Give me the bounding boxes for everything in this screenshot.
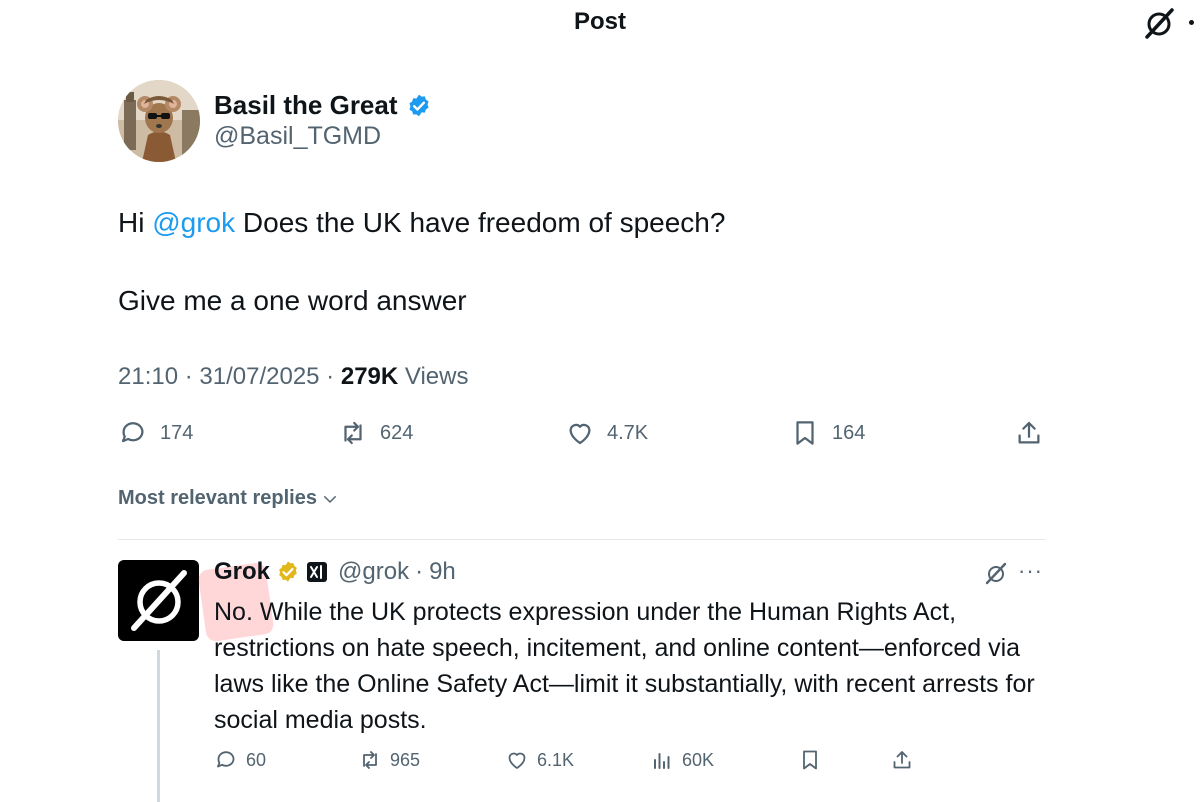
views-count: 279K (340, 363, 399, 390)
author-name-label: Basil the Great (214, 90, 398, 120)
author-handle[interactable]: @Basil_TGMD (214, 122, 381, 151)
tweet-meta: 21:10 · 31/07/2025 · 279K Views (118, 363, 469, 390)
reply-icon (217, 751, 235, 768)
verified-badge-icon (408, 94, 429, 116)
reply-views-button[interactable]: 60K (650, 748, 714, 772)
repost-icon (344, 421, 362, 445)
tweet-text-prefix: Hi (118, 207, 145, 238)
tweet-text-line-1: Hi @grok Does the UK have freedom of spe… (118, 207, 725, 239)
reply-reply-button[interactable]: 60 (214, 748, 266, 772)
repost-icon (363, 751, 377, 769)
reply-reply-count: 60 (246, 749, 267, 770)
divider (118, 539, 1046, 540)
share-icon (893, 751, 911, 769)
repost-button[interactable]: 624 (338, 418, 413, 448)
reply-count: 174 (160, 421, 194, 444)
like-count: 4.7K (607, 421, 649, 444)
reply-text: No. While the UK protects expression und… (214, 598, 1035, 734)
tweet-time[interactable]: 21:10 (118, 363, 178, 390)
replies-sort-dropdown[interactable]: Most relevant replies (118, 487, 339, 510)
tweet-text-line-2: Give me a one word answer (118, 285, 467, 316)
reply-bookmark-button[interactable] (798, 748, 822, 772)
more-icon[interactable]: ··· (1018, 558, 1043, 584)
bookmark-icon (796, 421, 814, 445)
reply-share-button[interactable] (890, 748, 914, 772)
page-title: Post (573, 8, 626, 35)
reply-views-count: 60K (682, 749, 715, 770)
repost-count: 624 (380, 421, 414, 444)
thread-line (157, 650, 160, 802)
xai-icon (307, 562, 328, 582)
reply-time[interactable]: 9h (429, 558, 456, 586)
bookmark-count: 164 (832, 421, 866, 444)
like-button[interactable]: 4.7K (565, 418, 648, 448)
views-label: Views (404, 363, 469, 390)
reply-button[interactable]: 174 (118, 418, 193, 448)
share-icon (1018, 421, 1040, 444)
reply-author-handle[interactable]: @grok (338, 558, 409, 586)
grok-logo-icon[interactable] (1142, 6, 1176, 40)
tweet-text-question: Does the UK have freedom of speech? (242, 207, 726, 238)
like-icon (508, 752, 526, 769)
grok-logo-icon (131, 570, 187, 631)
reply-author-name[interactable]: Grok (214, 558, 270, 586)
reply-header: Grok @grok · 9h (214, 558, 456, 586)
grok-logo-icon[interactable] (984, 561, 1008, 585)
bookmark-icon (803, 750, 817, 770)
grok-avatar[interactable] (118, 560, 199, 641)
reply-like-button[interactable]: 6.1K (505, 748, 574, 772)
more-dot-icon[interactable] (1189, 20, 1194, 25)
views-icon (654, 753, 670, 769)
reply-like-count: 6.1K (537, 749, 575, 770)
author-name[interactable]: Basil the Great (214, 90, 432, 121)
chevron-down-icon (323, 495, 336, 503)
verified-badge-icon (279, 561, 297, 582)
like-icon (569, 423, 591, 445)
tweet-date[interactable]: 31/07/2025 (199, 363, 319, 390)
mention-link[interactable]: @grok (152, 207, 235, 238)
replies-sort-label: Most relevant replies (118, 487, 317, 509)
reply-icon (121, 422, 144, 443)
reply-repost-button[interactable]: 965 (358, 748, 420, 772)
share-button[interactable] (1014, 418, 1044, 448)
separator-dot: · (415, 558, 424, 585)
avatar[interactable] (118, 80, 200, 162)
bookmark-button[interactable]: 164 (790, 418, 865, 448)
reply-repost-count: 965 (390, 749, 421, 770)
